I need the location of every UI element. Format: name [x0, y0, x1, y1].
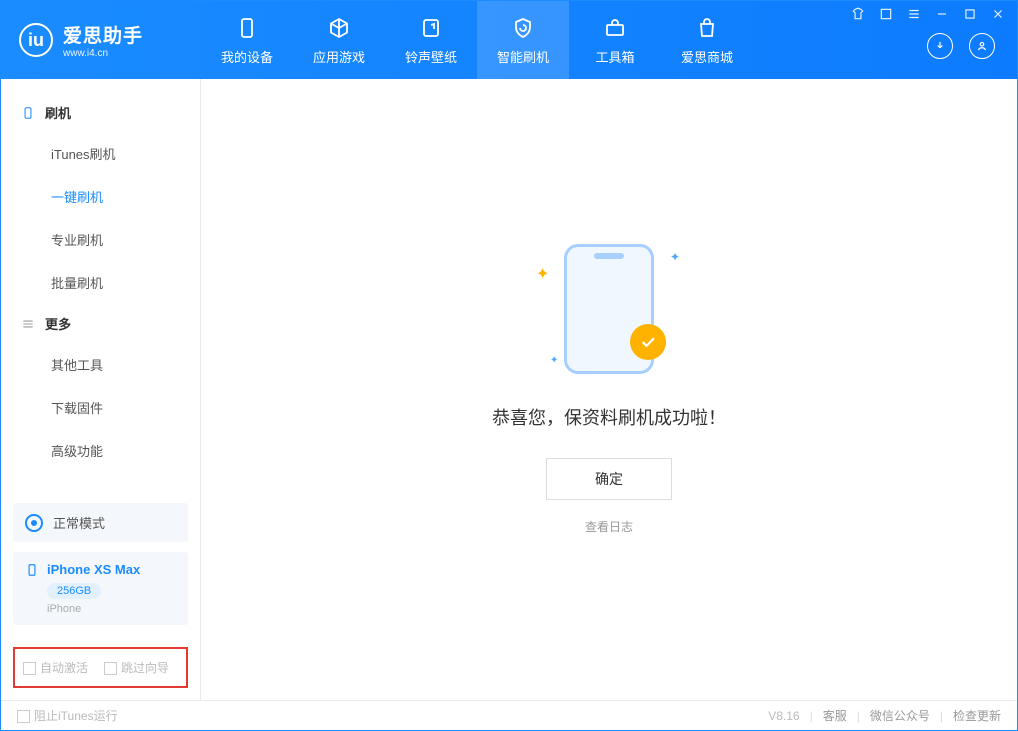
window-controls: [851, 7, 1005, 24]
refresh-shield-icon: [510, 15, 536, 41]
header: iu 爱思助手 www.i4.cn 我的设备 应用游戏 铃声壁纸 智能刷机 工具…: [1, 1, 1017, 79]
nav-label: 工具箱: [595, 47, 634, 66]
device-type: iPhone: [47, 603, 176, 615]
checkbox-block-itunes[interactable]: 阻止iTunes运行: [17, 707, 118, 724]
toolbox-icon: [602, 15, 628, 41]
menu-icon[interactable]: [879, 7, 893, 24]
nav-my-device[interactable]: 我的设备: [201, 1, 293, 79]
sidebar-item-advanced[interactable]: 高级功能: [1, 429, 200, 472]
sidebar-item-download-firmware[interactable]: 下载固件: [1, 386, 200, 429]
success-illustration: ✦ ✦ ✦: [564, 244, 654, 374]
view-log-link[interactable]: 查看日志: [585, 518, 633, 535]
device-box[interactable]: iPhone XS Max 256GB iPhone: [13, 552, 188, 625]
close-button[interactable]: [991, 7, 1005, 24]
list-icon[interactable]: [907, 7, 921, 24]
footer: 阻止iTunes运行 V8.16 | 客服 | 微信公众号 | 检查更新: [1, 700, 1017, 730]
sidebar-item-batch-flash[interactable]: 批量刷机: [1, 261, 200, 304]
nav-smart-flash[interactable]: 智能刷机: [477, 1, 569, 79]
ok-button[interactable]: 确定: [546, 458, 672, 500]
sidebar-item-other-tools[interactable]: 其他工具: [1, 343, 200, 386]
nav-apps-games[interactable]: 应用游戏: [293, 1, 385, 79]
checkbox-skip-guide[interactable]: 跳过向导: [104, 659, 169, 676]
group-label: 刷机: [45, 103, 71, 122]
separator: |: [810, 709, 813, 723]
footer-right: V8.16 | 客服 | 微信公众号 | 检查更新: [768, 707, 1001, 724]
footer-link-support[interactable]: 客服: [823, 707, 847, 724]
header-right-icons: [927, 33, 995, 59]
maximize-button[interactable]: [963, 7, 977, 24]
checkbox-icon: [17, 710, 30, 723]
user-icon[interactable]: [969, 33, 995, 59]
sparkle-icon: ✦: [670, 250, 680, 264]
cube-icon: [326, 15, 352, 41]
main-content: ✦ ✦ ✦ 恭喜您，保资料刷机成功啦！ 确定 查看日志: [201, 79, 1017, 700]
device-name: iPhone XS Max: [47, 562, 140, 577]
device-boxes: 正常模式 iPhone XS Max 256GB iPhone: [1, 491, 200, 647]
nav-label: 应用游戏: [313, 47, 365, 66]
nav-label: 智能刷机: [497, 47, 549, 66]
mode-label: 正常模式: [53, 513, 105, 532]
app-title: 爱思助手: [63, 21, 143, 48]
bag-icon: [694, 15, 720, 41]
sidebar-group-more[interactable]: 更多: [1, 304, 200, 343]
checkbox-icon: [23, 662, 36, 675]
body: 刷机 iTunes刷机 一键刷机 专业刷机 批量刷机 更多 其他工具 下载固件 …: [1, 79, 1017, 700]
sidebar-item-itunes-flash[interactable]: iTunes刷机: [1, 132, 200, 175]
checkbox-icon: [104, 662, 117, 675]
mode-box[interactable]: 正常模式: [13, 503, 188, 542]
nav-toolbox[interactable]: 工具箱: [569, 1, 661, 79]
nav-label: 我的设备: [221, 47, 273, 66]
sparkle-icon: ✦: [550, 355, 558, 366]
sidebar: 刷机 iTunes刷机 一键刷机 专业刷机 批量刷机 更多 其他工具 下载固件 …: [1, 79, 201, 700]
music-icon: [418, 15, 444, 41]
nav-label: 爱思商城: [681, 47, 733, 66]
logo-area[interactable]: iu 爱思助手 www.i4.cn: [1, 21, 201, 59]
sparkle-icon: ✦: [536, 264, 549, 284]
sidebar-item-pro-flash[interactable]: 专业刷机: [1, 218, 200, 261]
version-label: V8.16: [768, 709, 799, 723]
sidebar-group-flash[interactable]: 刷机: [1, 93, 200, 132]
sidebar-item-one-key-flash[interactable]: 一键刷机: [1, 175, 200, 218]
check-badge-icon: [630, 324, 666, 360]
list-icon: [21, 317, 35, 331]
phone-outline-icon: [21, 106, 35, 120]
footer-link-update[interactable]: 检查更新: [953, 707, 1001, 724]
separator: |: [857, 709, 860, 723]
skin-icon[interactable]: [851, 7, 865, 24]
sidebar-scroll: 刷机 iTunes刷机 一键刷机 专业刷机 批量刷机 更多 其他工具 下载固件 …: [1, 79, 200, 491]
minimize-button[interactable]: [935, 7, 949, 24]
device-small-icon: [25, 563, 39, 577]
nav-store[interactable]: 爱思商城: [661, 1, 753, 79]
separator: |: [940, 709, 943, 723]
device-icon: [234, 15, 260, 41]
nav-ringtone-wallpaper[interactable]: 铃声壁纸: [385, 1, 477, 79]
checkbox-auto-activate[interactable]: 自动激活: [23, 659, 88, 676]
group-label: 更多: [45, 314, 71, 333]
storage-badge: 256GB: [47, 583, 101, 599]
app-subtitle: www.i4.cn: [63, 48, 143, 59]
logo-icon: iu: [19, 23, 53, 57]
nav-label: 铃声壁纸: [405, 47, 457, 66]
logo-text: 爱思助手 www.i4.cn: [63, 21, 143, 59]
mode-status-icon: [25, 514, 43, 532]
success-message: 恭喜您，保资料刷机成功啦！: [492, 404, 726, 430]
main-nav: 我的设备 应用游戏 铃声壁纸 智能刷机 工具箱 爱思商城: [201, 1, 753, 79]
footer-link-wechat[interactable]: 微信公众号: [870, 707, 930, 724]
download-icon[interactable]: [927, 33, 953, 59]
highlight-options-box: 自动激活 跳过向导: [13, 647, 188, 688]
footer-left: 阻止iTunes运行: [17, 707, 118, 724]
